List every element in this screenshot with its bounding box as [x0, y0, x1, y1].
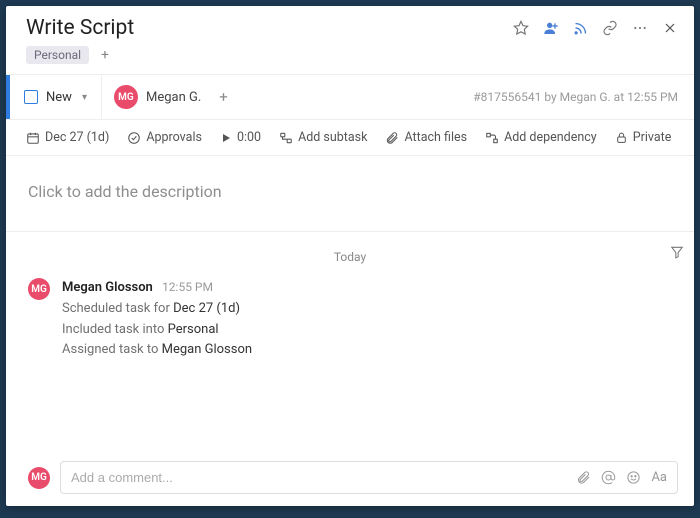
timer-button[interactable]: 0:00 — [220, 130, 261, 145]
attach-label: Attach files — [404, 130, 467, 145]
add-tag-button[interactable]: + — [97, 47, 113, 63]
more-icon[interactable] — [632, 20, 648, 36]
filter-icon[interactable] — [670, 245, 684, 259]
task-header: Write Script — [6, 6, 694, 42]
tag-row: Personal + — [6, 42, 694, 74]
rss-icon[interactable] — [573, 21, 588, 36]
entry-time: 12:55 PM — [162, 280, 213, 294]
folder-tag[interactable]: Personal — [26, 46, 89, 64]
comment-bar: MG Aa — [6, 450, 694, 506]
add-subtask-button[interactable]: Add subtask — [279, 130, 367, 145]
comment-icons: Aa — [576, 470, 667, 485]
attach-files-button[interactable]: Attach files — [385, 130, 467, 145]
add-dependency-button[interactable]: Add dependency — [485, 130, 597, 145]
activity-line: Included task into Personal — [62, 320, 252, 341]
task-toolbar: Dec 27 (1d) Approvals 0:00 Add subtask A… — [6, 120, 694, 156]
task-meta: #817556541 by Megan G. at 12:55 PM — [473, 90, 678, 104]
description-placeholder: Click to add the description — [28, 182, 222, 201]
approvals-label: Approvals — [146, 130, 202, 145]
activity-line: Assigned task to Megan Glosson — [62, 340, 252, 361]
day-separator: Today — [28, 242, 672, 278]
person-add-icon[interactable] — [543, 20, 559, 36]
assignee-name: Megan G. — [146, 90, 201, 105]
comment-input[interactable] — [71, 470, 576, 485]
private-button[interactable]: Private — [615, 130, 672, 145]
avatar: MG — [28, 467, 50, 489]
status-row: New ▾ MG Megan G. + #817556541 by Megan … — [6, 74, 694, 120]
description-field[interactable]: Click to add the description — [6, 156, 694, 232]
assignee-chip[interactable]: MG Megan G. — [102, 85, 213, 109]
star-icon[interactable] — [513, 20, 529, 36]
chevron-down-icon: ▾ — [82, 92, 87, 103]
approvals-button[interactable]: Approvals — [127, 130, 202, 145]
add-assignee-button[interactable]: + — [213, 88, 234, 106]
close-icon[interactable] — [662, 20, 678, 36]
status-label: New — [46, 90, 72, 105]
complete-checkbox[interactable] — [24, 90, 38, 104]
task-panel: Write Script Personal + — [6, 6, 694, 506]
task-title[interactable]: Write Script — [26, 16, 134, 40]
dependency-label: Add dependency — [504, 130, 597, 145]
comment-input-wrap: Aa — [60, 461, 678, 494]
header-actions — [513, 20, 678, 36]
timer-label: 0:00 — [237, 130, 261, 145]
entry-author: Megan Glosson — [62, 280, 153, 295]
activity-entry: MG Megan Glosson 12:55 PM Scheduled task… — [28, 278, 672, 361]
link-icon[interactable] — [602, 20, 618, 36]
entry-body: Megan Glosson 12:55 PM Scheduled task fo… — [62, 278, 252, 361]
status-left: New ▾ MG Megan G. + — [6, 75, 234, 119]
status-selector[interactable]: New ▾ — [10, 75, 102, 119]
private-label: Private — [633, 130, 672, 145]
date-button[interactable]: Dec 27 (1d) — [26, 130, 109, 145]
mention-icon[interactable] — [601, 470, 616, 485]
activity-stream: Today MG Megan Glosson 12:55 PM Schedule… — [6, 232, 694, 450]
activity-line: Scheduled task for Dec 27 (1d) — [62, 299, 252, 320]
subtask-label: Add subtask — [298, 130, 367, 145]
date-label: Dec 27 (1d) — [45, 130, 109, 145]
avatar: MG — [114, 85, 138, 109]
emoji-icon[interactable] — [626, 470, 641, 485]
avatar: MG — [28, 278, 50, 300]
attach-icon[interactable] — [576, 470, 591, 485]
format-icon[interactable]: Aa — [651, 470, 667, 485]
